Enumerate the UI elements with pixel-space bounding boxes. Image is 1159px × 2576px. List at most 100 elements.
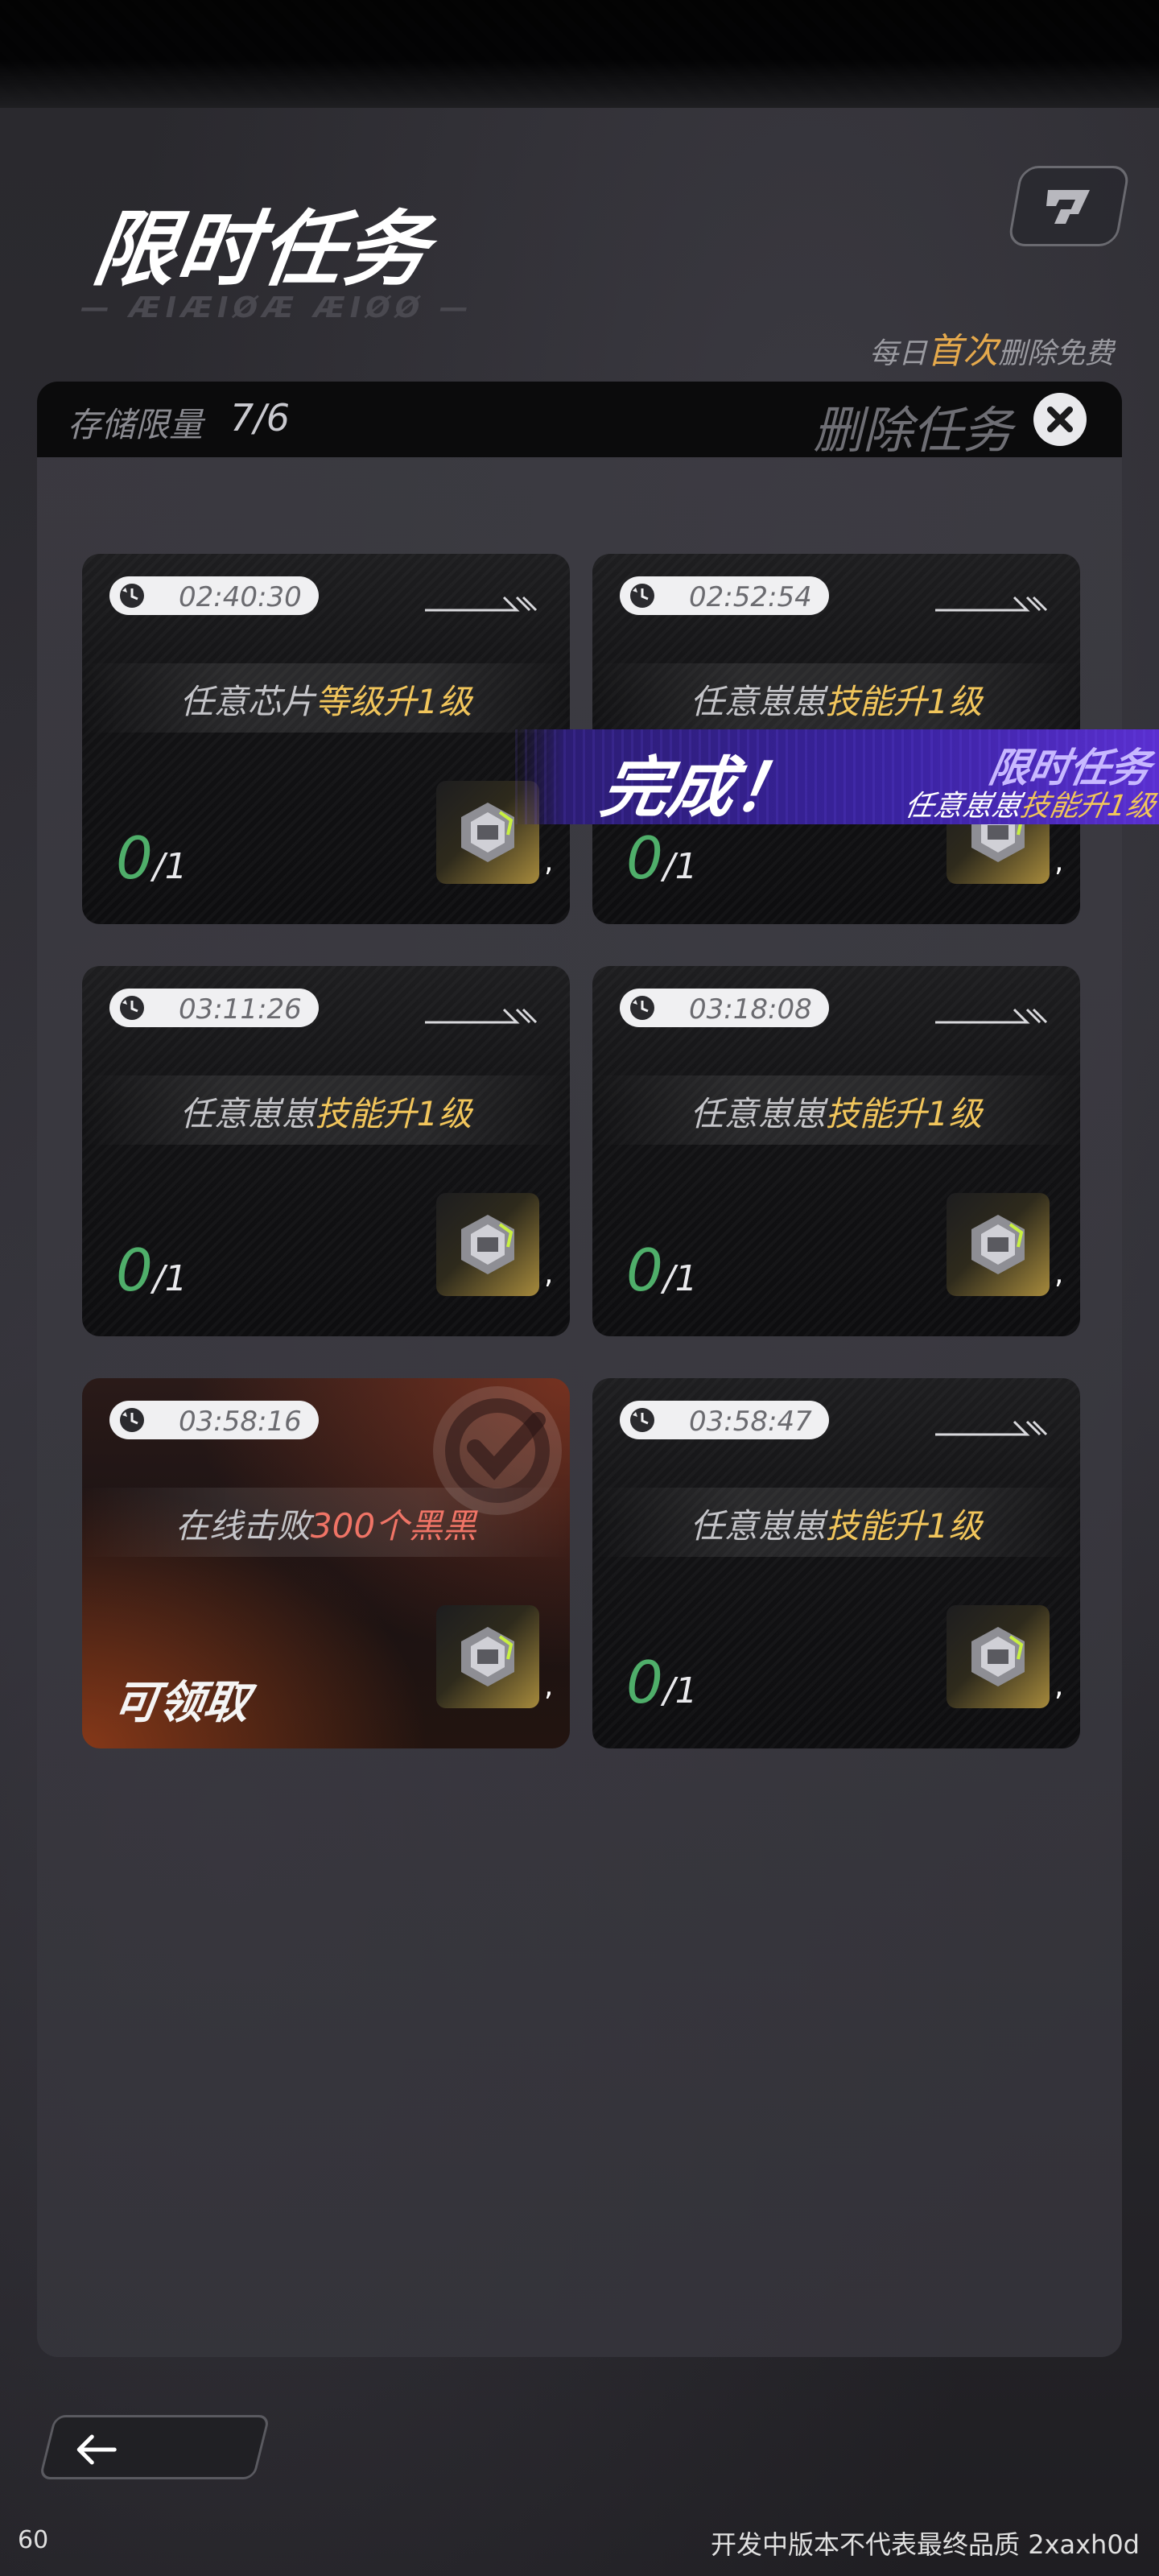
build-watermark: 开发中版本不代表最终品质 2xaxh0d <box>711 2529 1140 2560</box>
progress-total: /1 <box>152 1258 188 1299</box>
page-subtitle: — ÆIÆIØÆ ÆIØØ — <box>80 291 473 324</box>
note-highlight: 首次 <box>926 331 998 372</box>
deco-stripes <box>425 596 538 612</box>
chip-reward-icon <box>971 1627 1025 1686</box>
progress-current: 0 <box>626 1236 663 1304</box>
reward-item[interactable] <box>436 1605 539 1708</box>
task-description: 任意崽崽技能升1级 <box>592 1087 1080 1136</box>
task-card-claimable[interactable]: 03:58:16 在线击败300个黑黑 可领取 , <box>82 1378 570 1748</box>
progress-total: /1 <box>662 1670 698 1711</box>
timer-pill: 03:11:26 <box>109 989 319 1027</box>
task-progress: 0/1 <box>626 1236 698 1304</box>
task-prefix: 任意崽崽 <box>690 1506 826 1546</box>
page-title: 限时任务 <box>87 202 436 298</box>
task-description: 任意芯片等级升1级 <box>82 675 570 724</box>
banner-task-prefix: 任意崽崽 <box>901 790 1025 823</box>
task-progress: 0/1 <box>626 1649 698 1716</box>
fps-counter: 60 <box>18 2526 49 2554</box>
back-button[interactable] <box>39 2415 270 2479</box>
task-highlight: 300个黑黑 <box>310 1506 477 1546</box>
completion-banner: 完成！ 限时任务 任意崽崽技能升1级 <box>515 729 1159 824</box>
task-prefix: 任意崽崽 <box>179 1094 316 1133</box>
chip-reward-icon <box>461 1215 514 1274</box>
timer-text: 03:11:26 <box>179 993 302 1026</box>
deco-stripes <box>935 1008 1048 1024</box>
task-card[interactable]: 03:18:08 任意崽崽技能升1级 0/1 , <box>592 966 1080 1336</box>
timer-icon <box>120 1408 144 1432</box>
logo-icon <box>1046 190 1090 224</box>
timer-icon <box>630 584 654 608</box>
task-highlight: 技能升1级 <box>825 1506 983 1546</box>
timer-text: 02:52:54 <box>689 581 812 613</box>
task-prefix: 任意芯片 <box>179 682 316 721</box>
reward-count: , <box>544 1670 554 1703</box>
timer-pill: 03:18:08 <box>620 989 829 1027</box>
chip-reward-icon <box>971 1215 1025 1274</box>
task-card[interactable]: 03:11:26 任意崽崽技能升1级 0/1 , <box>82 966 570 1336</box>
reward-item[interactable] <box>947 1605 1050 1708</box>
task-description: 任意崽崽技能升1级 <box>82 1087 570 1136</box>
reward-count: , <box>544 845 554 878</box>
claim-button[interactable]: 可领取 <box>109 1666 254 1732</box>
task-progress: 0/1 <box>116 824 188 892</box>
delete-free-note: 每日首次删除免费 <box>869 322 1114 374</box>
banner-task: 任意崽崽技能升1级 <box>901 782 1159 824</box>
task-prefix: 在线击败 <box>175 1506 311 1546</box>
timer-text: 03:18:08 <box>689 993 812 1026</box>
task-highlight: 技能升1级 <box>825 1094 983 1133</box>
chip-reward-icon <box>461 803 514 862</box>
task-prefix: 任意崽崽 <box>690 682 826 721</box>
task-highlight: 技能升1级 <box>825 682 983 721</box>
reward-item[interactable] <box>947 1193 1050 1296</box>
timer-icon <box>120 996 144 1020</box>
note-suffix: 删除免费 <box>997 337 1114 370</box>
task-progress: 0/1 <box>116 1236 188 1304</box>
progress-total: /1 <box>152 846 188 887</box>
chip-reward-icon <box>461 1627 514 1686</box>
banner-done-label: 完成！ <box>596 750 807 824</box>
timer-text: 03:58:16 <box>179 1406 302 1438</box>
task-prefix: 任意崽崽 <box>690 1094 826 1133</box>
progress-current: 0 <box>116 824 153 892</box>
top-strip <box>0 0 1159 108</box>
progress-current: 0 <box>116 1236 153 1304</box>
note-prefix: 每日 <box>868 337 927 370</box>
storage-label: 存储限量 <box>68 405 204 444</box>
task-progress: 0/1 <box>626 824 698 892</box>
timer-pill: 02:40:30 <box>109 576 319 615</box>
progress-current: 0 <box>626 1649 663 1716</box>
task-highlight: 技能升1级 <box>315 1094 472 1133</box>
timer-icon <box>120 584 144 608</box>
task-card[interactable]: 02:40:30 任意芯片等级升1级 0/1 , <box>82 554 570 924</box>
timer-pill: 03:58:16 <box>109 1401 319 1439</box>
deco-stripes <box>935 1420 1048 1436</box>
reward-count: , <box>544 1257 554 1290</box>
arrow-left-icon <box>76 2434 117 2465</box>
corner-logo-button[interactable] <box>1007 166 1131 246</box>
timer-text: 03:58:47 <box>689 1406 812 1438</box>
reward-item[interactable] <box>436 1193 539 1296</box>
reward-count: , <box>1054 1670 1064 1703</box>
task-card[interactable]: 03:58:47 任意崽崽技能升1级 0/1 , <box>592 1378 1080 1748</box>
reward-count: , <box>1054 1257 1064 1290</box>
deco-stripes <box>425 1008 538 1024</box>
task-highlight: 等级升1级 <box>315 682 472 721</box>
timer-text: 02:40:30 <box>179 581 302 613</box>
delete-task-button[interactable]: 删除任务 <box>813 390 1013 462</box>
timer-pill: 03:58:47 <box>620 1401 829 1439</box>
progress-current: 0 <box>626 824 663 892</box>
timer-icon <box>630 996 654 1020</box>
storage-bar: 存储限量 7/6 删除任务 <box>37 382 1122 460</box>
progress-total: /1 <box>662 846 698 887</box>
timer-icon <box>630 1408 654 1432</box>
reward-count: , <box>1054 845 1064 878</box>
task-description: 任意崽崽技能升1级 <box>592 1499 1080 1548</box>
banner-task-highlight: 技能升1级 <box>1017 790 1158 823</box>
storage-count: 7/6 <box>230 396 291 440</box>
task-description: 任意崽崽技能升1级 <box>592 675 1080 724</box>
deco-stripes <box>935 596 1048 612</box>
close-icon[interactable] <box>1033 393 1087 446</box>
timer-pill: 02:52:54 <box>620 576 829 615</box>
progress-total: /1 <box>662 1258 698 1299</box>
task-description: 在线击败300个黑黑 <box>82 1499 570 1548</box>
